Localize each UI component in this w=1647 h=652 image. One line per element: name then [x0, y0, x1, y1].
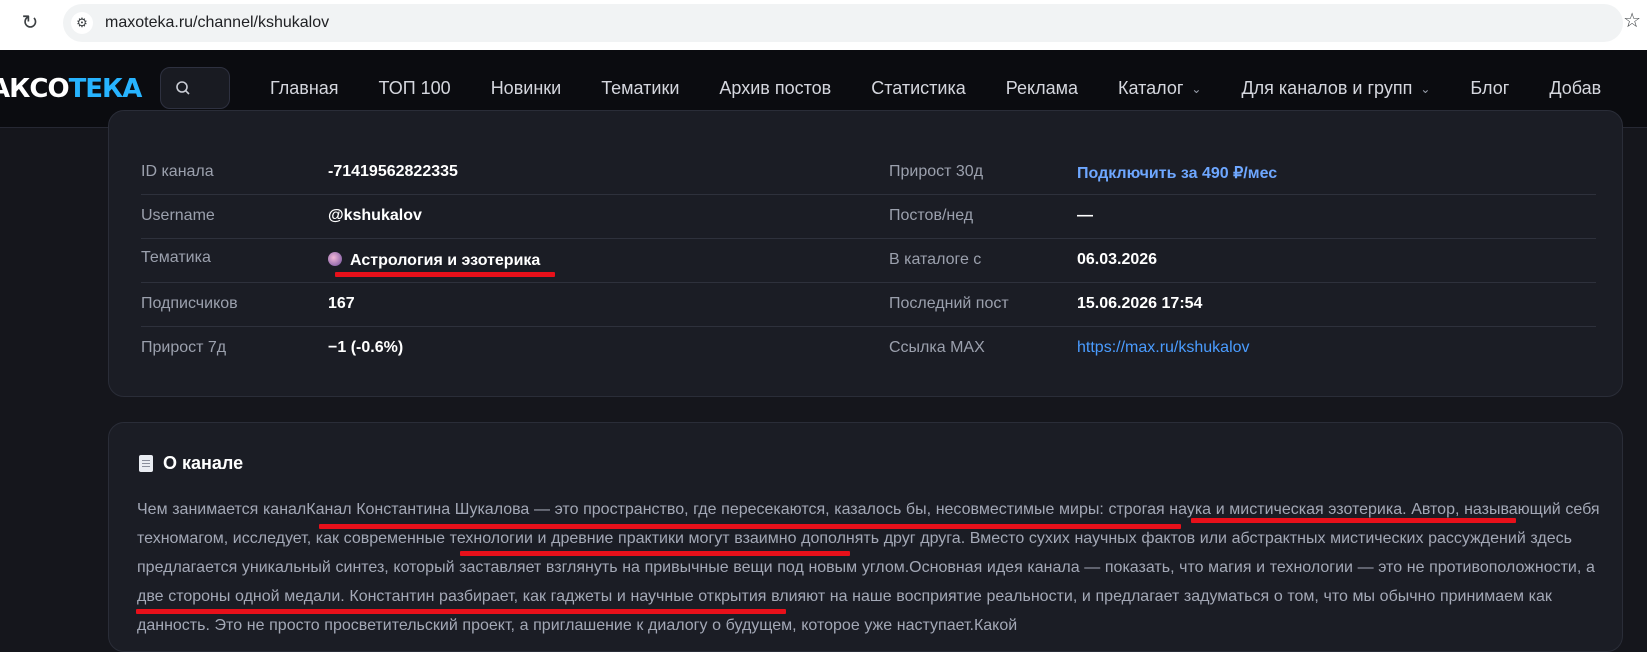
nav-home[interactable]: Главная: [270, 78, 339, 99]
nav-blog[interactable]: Блог: [1470, 78, 1509, 99]
nav-for-channels[interactable]: Для каналов и групп ⌄: [1241, 78, 1430, 99]
browser-toolbar: ↻ ⚙ maxoteka.ru/channel/kshukalov ☆: [0, 0, 1647, 51]
info-label: Подписчиков: [141, 295, 238, 312]
nav-label: Статистика: [871, 78, 966, 98]
highlight-mark: [335, 272, 555, 277]
subscribe-cta-link[interactable]: Подключить за 490 ₽/мес: [1077, 163, 1277, 183]
nav-catalog[interactable]: Каталог ⌄: [1118, 78, 1202, 99]
topic-value: Астрология и эзотерика: [350, 252, 541, 269]
nav-label: Новинки: [490, 78, 562, 98]
about-card: О канале Чем занимается каналКанал Конст…: [108, 422, 1623, 652]
crystal-ball-icon: [328, 252, 342, 266]
nav-label: Главная: [270, 78, 339, 98]
nav-label: Тематики: [601, 78, 680, 98]
nav-label: Для каналов и групп: [1241, 78, 1413, 98]
nav-label: ТОП 100: [378, 78, 451, 98]
info-label: Постов/нед: [889, 207, 974, 224]
site-settings-icon[interactable]: ⚙: [71, 12, 93, 34]
about-heading: О канале: [139, 453, 243, 474]
highlight-mark: [1191, 518, 1516, 523]
search-button[interactable]: [160, 67, 230, 109]
nav-topics[interactable]: Тематики: [601, 78, 679, 99]
info-value: 06.03.2026: [1077, 251, 1158, 268]
info-row-posts-week: Постов/нед —: [889, 195, 1596, 239]
nav-label: Добав: [1549, 78, 1602, 98]
info-label: В каталоге с: [889, 251, 982, 268]
info-row-growth7: Прирост 7д −1 (-0.6%): [141, 327, 956, 371]
logo-text-part2: ТЕКА: [68, 74, 143, 104]
info-label: Ссылка MAX: [889, 339, 985, 356]
search-icon: [176, 81, 190, 95]
about-title-text: О канале: [163, 453, 244, 473]
info-value: −1 (-0.6%): [328, 339, 404, 356]
site-logo[interactable]: АКСОТЕКА: [0, 74, 143, 104]
info-row-last-post: Последний пост 15.06.2026 17:54: [889, 283, 1596, 327]
highlight-mark: [460, 551, 850, 556]
info-label: Последний пост: [889, 295, 1009, 312]
reload-icon[interactable]: ↻: [18, 11, 42, 35]
info-label: Прирост 30д: [889, 163, 984, 180]
nav-label: Каталог: [1117, 78, 1184, 98]
highlight-mark: [136, 609, 786, 614]
info-value: 15.06.2026 17:54: [1077, 295, 1203, 312]
nav-top100[interactable]: ТОП 100: [379, 78, 451, 99]
info-label: Username: [141, 207, 215, 224]
info-row-max-link: Ссылка MAX https://max.ru/kshukalov: [889, 327, 1596, 371]
channel-info-card: ID канала -71419562822335 Username @kshu…: [108, 110, 1623, 397]
about-description: Чем занимается каналКанал Константина Шу…: [137, 501, 1600, 634]
info-row-id: ID канала -71419562822335: [141, 151, 956, 195]
info-row-growth30: Прирост 30д Подключить за 490 ₽/мес: [889, 151, 1596, 195]
info-row-topic: Тематика Астрология и эзотерика: [141, 239, 956, 283]
info-row-catalog-since: В каталоге с 06.03.2026: [889, 239, 1596, 283]
nav-ads[interactable]: Реклама: [1006, 78, 1078, 99]
nav-label: Архив постов: [719, 78, 832, 98]
chevron-down-icon: ⌄: [1420, 81, 1431, 96]
info-value: -71419562822335: [328, 163, 458, 180]
topic-link[interactable]: Астрология и эзотерика: [328, 252, 540, 270]
nav-new[interactable]: Новинки: [491, 78, 562, 99]
max-channel-link[interactable]: https://max.ru/kshukalov: [1077, 339, 1250, 357]
nav-stats[interactable]: Статистика: [871, 78, 966, 99]
document-icon: [139, 455, 153, 472]
chevron-down-icon: ⌄: [1191, 81, 1202, 96]
info-label: ID канала: [141, 163, 214, 180]
logo-text-part1: АКСО: [0, 74, 70, 104]
nav-archive[interactable]: Архив постов: [719, 78, 831, 99]
nav-add[interactable]: Добав: [1549, 78, 1601, 99]
highlight-mark: [319, 524, 1181, 529]
info-value: —: [1077, 207, 1093, 224]
info-label: Тематика: [141, 249, 211, 266]
info-label: Прирост 7д: [141, 339, 227, 356]
info-row-subscribers: Подписчиков 167: [141, 283, 956, 327]
address-bar[interactable]: ⚙ maxoteka.ru/channel/kshukalov: [63, 4, 1623, 42]
url-text[interactable]: maxoteka.ru/channel/kshukalov: [105, 14, 329, 32]
nav-label: Блог: [1470, 78, 1510, 98]
info-value: @kshukalov: [328, 207, 422, 224]
nav-label: Реклама: [1005, 78, 1078, 98]
bookmark-star-icon[interactable]: ☆: [1623, 8, 1641, 33]
info-value: 167: [328, 295, 355, 312]
info-row-username: Username @kshukalov: [141, 195, 956, 239]
